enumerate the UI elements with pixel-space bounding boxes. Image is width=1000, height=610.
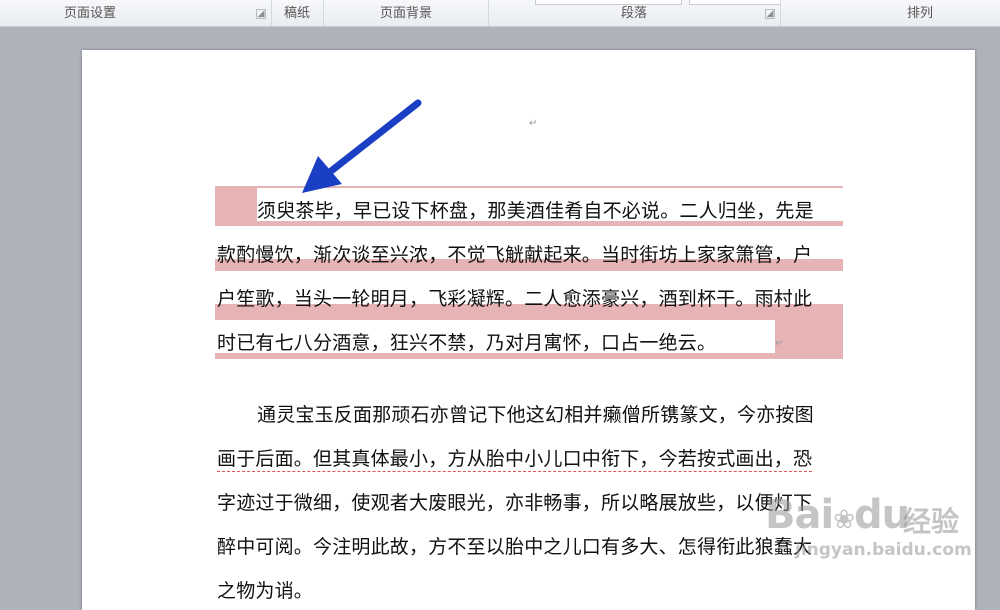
watermark-brand: Bai❀du [765, 492, 910, 538]
dialog-launcher-icon[interactable]: ◢ [765, 9, 775, 19]
ribbon-group-bar: 页面设置 ◢ 稿纸 页面背景 段落 ◢ 排列 [0, 0, 1000, 27]
paragraph-mark: ↵ [775, 338, 784, 349]
dialog-launcher-icon[interactable]: ◢ [256, 9, 266, 19]
document-text-line[interactable]: 画于后面。但其真体最小，方从胎中小儿口中衔下，今若按式画出，恐 [217, 444, 813, 472]
paragraph-mark: ↵ [529, 118, 538, 129]
document-text-line[interactable]: 醉中可阅。今注明此故，方不至以胎中之儿口有多大、怎得衔此狼蠢大 [217, 532, 812, 559]
document-text-line[interactable]: 时已有七八分酒意，狂兴不禁，乃对月寓怀，口占一绝云。 [217, 328, 716, 355]
ribbon-group-page-setup[interactable]: 页面设置 [0, 0, 180, 26]
ribbon-group-arrange[interactable]: 排列 [860, 0, 980, 26]
baidu-jingyan-watermark: Bai❀du 经验 jingyan.baidu.com [735, 470, 995, 580]
ribbon-group-label: 页面背景 [379, 6, 432, 21]
watermark-url: jingyan.baidu.com [795, 540, 972, 560]
watermark-cn: 经验 [903, 505, 960, 538]
document-text-line[interactable]: 户笙歌，当头一轮明月，飞彩凝辉。二人愈添豪兴，酒到杯干。雨村此 [217, 284, 812, 311]
ribbon-group-label: 排列 [906, 6, 933, 21]
ribbon-group-paragraph[interactable]: 段落 [489, 0, 779, 26]
document-text-line[interactable]: 须臾茶毕，早已设下杯盘，那美酒佳肴自不必说。二人归坐，先是 [257, 196, 814, 223]
document-text-line[interactable]: 之物为诮。 [217, 576, 313, 603]
ribbon-group-label: 页面设置 [63, 6, 116, 21]
ribbon-separator [780, 0, 781, 26]
ribbon-group-page-background[interactable]: 页面背景 [324, 0, 488, 26]
ribbon-group-label: 段落 [620, 6, 647, 21]
document-text-line[interactable]: 通灵宝玉反面那顽石亦曾记下他这幻相并癞僧所镌篆文，今亦按图 [257, 400, 814, 427]
ribbon-group-label: 稿纸 [283, 6, 310, 21]
document-text-line[interactable]: 款酌慢饮，渐次谈至兴浓，不觉飞觥献起来。当时街坊上家家箫管，户 [217, 240, 812, 267]
document-text-line[interactable]: 字迹过于微细，使观者大废眼光，亦非畅事，所以略展放些，以便灯下 [217, 488, 812, 515]
ribbon-group-draft-paper[interactable]: 稿纸 [272, 0, 322, 26]
